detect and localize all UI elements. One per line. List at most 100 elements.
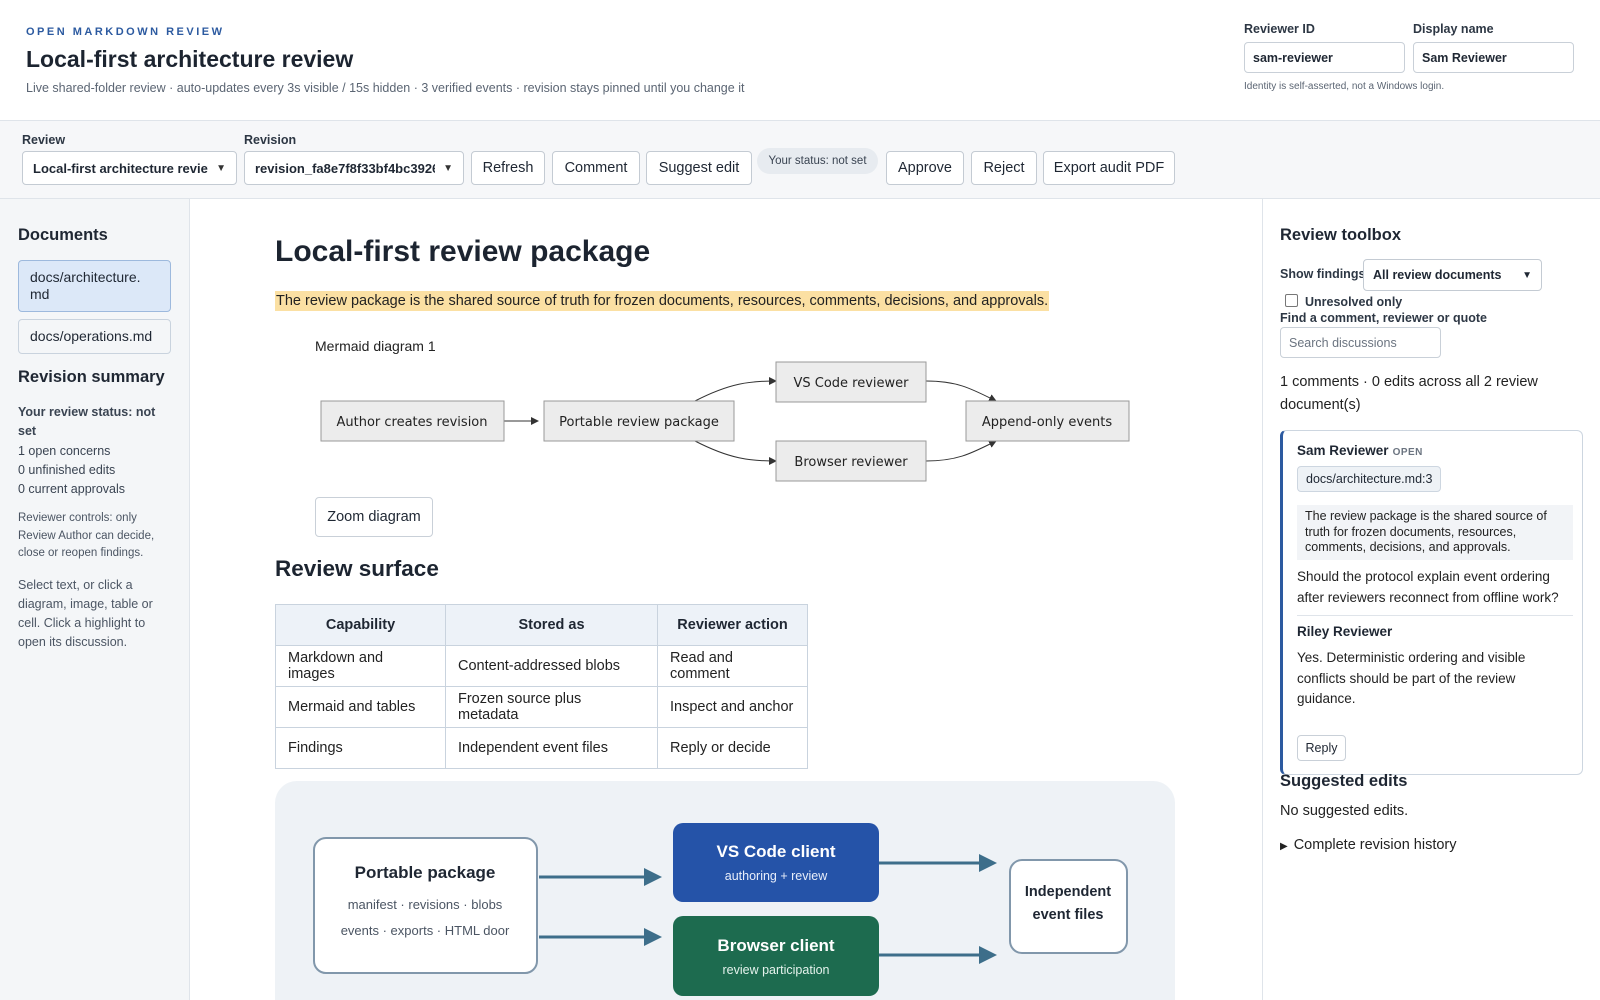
open-concerns-count: 1 open concerns: [18, 444, 111, 458]
portable-package-title: Portable package: [355, 863, 496, 882]
review-select[interactable]: Local-first architecture review ▼: [22, 151, 237, 185]
table-cell[interactable]: Independent event files: [445, 727, 658, 769]
architecture-diagram-panel[interactable]: Portable package manifest · revisions · …: [275, 781, 1175, 1000]
chevron-down-icon: ▼: [216, 162, 226, 174]
mermaid-diagram[interactable]: Author creates revision Portable review …: [190, 349, 1262, 489]
anchor-location-chip[interactable]: docs/architecture.md:3: [1297, 466, 1442, 492]
revision-history-toggle[interactable]: ▶ Complete revision history: [1280, 837, 1457, 853]
findings-stats: 1 comments · 0 edits across all 2 review…: [1280, 374, 1538, 413]
unresolved-only-label: Unresolved only: [1305, 295, 1403, 309]
zoom-diagram-button[interactable]: Zoom diagram: [315, 497, 433, 537]
review-toolbox: Review toolbox Show findings All review …: [1262, 199, 1600, 1000]
no-suggested-edits: No suggested edits.: [1280, 803, 1409, 819]
table-row: Markdown and images Content-addressed bl…: [275, 645, 808, 687]
edge-package-vscode: [694, 377, 777, 402]
document-title: Local-first review package: [275, 235, 651, 268]
browser-client-title: Browser client: [717, 936, 834, 955]
table-cell[interactable]: Content-addressed blobs: [445, 645, 658, 687]
event-files-label: Independent: [1025, 884, 1111, 900]
table-cell[interactable]: Mermaid and tables: [275, 686, 446, 728]
browser-client-box[interactable]: [673, 916, 879, 996]
suggested-edits-heading: Suggested edits: [1280, 772, 1408, 790]
portable-package-contents: manifest · revisions · blobs: [348, 897, 503, 912]
table-cell[interactable]: Reply or decide: [657, 727, 808, 769]
document-item-operations[interactable]: docs/operations.md: [18, 319, 171, 354]
browser-client-subtitle: review participation: [723, 963, 830, 977]
selection-hint: Select text, or click a diagram, image, …: [18, 578, 153, 649]
find-comment-label: Find a comment, reviewer or quote: [1280, 311, 1487, 325]
vscode-client-box[interactable]: [673, 823, 879, 902]
document-item-architecture[interactable]: docs/architecture. md: [18, 260, 171, 312]
review-toolbar: Review Local-first architecture review ▼…: [0, 121, 1600, 199]
column-header[interactable]: Capability: [275, 604, 446, 646]
quoted-passage: The review package is the shared source …: [1297, 505, 1573, 560]
column-header[interactable]: Stored as: [445, 604, 658, 646]
table-cell[interactable]: Markdown and images: [275, 645, 446, 687]
highlighted-passage[interactable]: The review package is the shared source …: [275, 291, 1050, 311]
node-label: VS Code reviewer: [793, 376, 909, 391]
revision-summary-heading: Revision summary: [18, 368, 165, 386]
capability-table[interactable]: Capability Stored as Reviewer action Mar…: [275, 604, 808, 769]
edge-browser-events: [925, 440, 997, 462]
reviewer-id-input[interactable]: [1244, 42, 1405, 73]
comment-author-name: Sam Reviewer: [1297, 443, 1389, 458]
identity-note: Identity is self-asserted, not a Windows…: [1244, 81, 1445, 92]
app-kicker: OPEN MARKDOWN REVIEW: [26, 26, 225, 38]
display-name-input[interactable]: [1413, 42, 1574, 73]
edge-package-browser: [694, 440, 777, 465]
disclosure-triangle-icon: ▶: [1280, 841, 1288, 852]
review-select-label: Review: [22, 133, 66, 147]
unfinished-edits-count: 0 unfinished edits: [18, 463, 116, 477]
node-label: Append-only events: [982, 415, 1112, 430]
page-title: Local-first architecture review: [26, 46, 354, 72]
column-header[interactable]: Reviewer action: [657, 604, 808, 646]
reviewer-controls-note: Reviewer controls: only Review Author ca…: [18, 512, 155, 559]
review-surface-heading: Review surface: [275, 556, 439, 581]
portable-package-contents: events · exports · HTML door: [341, 923, 510, 938]
review-toolbox-heading: Review toolbox: [1280, 226, 1402, 244]
edge-vscode-events: [925, 380, 997, 402]
chevron-down-icon: ▼: [443, 162, 453, 174]
status-badge: Your status: not set: [757, 148, 878, 174]
comment-text: Should the protocol explain event orderi…: [1297, 569, 1559, 605]
review-select-value: Local-first architecture review: [33, 160, 209, 176]
vscode-client-subtitle: authoring + review: [725, 869, 828, 883]
table-cell[interactable]: Inspect and anchor: [657, 686, 808, 728]
vscode-client-title: VS Code client: [716, 842, 835, 861]
node-label: Author creates revision: [336, 415, 487, 430]
reply-author-name: Riley Reviewer: [1297, 624, 1393, 639]
search-discussions-input[interactable]: Search discussions: [1280, 327, 1441, 358]
export-audit-pdf-button[interactable]: Export audit PDF: [1043, 151, 1175, 185]
discussion-card[interactable]: Sam Reviewer OPEN docs/architecture.md:3 …: [1280, 430, 1583, 775]
status-badge: OPEN: [1392, 447, 1423, 458]
approve-button[interactable]: Approve: [886, 151, 964, 185]
reject-button[interactable]: Reject: [971, 151, 1037, 185]
current-approvals-count: 0 current approvals: [18, 482, 126, 496]
table-header-row: Capability Stored as Reviewer action: [275, 604, 808, 646]
suggest-edit-button[interactable]: Suggest edit: [646, 151, 752, 185]
reply-text: Yes. Deterministic ordering and visible …: [1297, 650, 1526, 706]
documents-heading: Documents: [18, 226, 108, 244]
reply-divider: [1297, 615, 1573, 616]
left-sidebar: Documents docs/architecture. md docs/ope…: [0, 199, 190, 1000]
architecture-diagram[interactable]: Portable package manifest · revisions · …: [275, 781, 1175, 1000]
revision-select[interactable]: revision_fa8e7f8f33bf4bc3926 ▼: [244, 151, 464, 185]
comment-button[interactable]: Comment: [552, 151, 640, 185]
refresh-button[interactable]: Refresh: [471, 151, 545, 185]
reply-button[interactable]: Reply: [1297, 735, 1346, 761]
unresolved-only-checkbox[interactable]: [1285, 294, 1298, 307]
chevron-down-icon: ▼: [1522, 269, 1532, 281]
table-cell[interactable]: Frozen source plus metadata: [445, 686, 658, 728]
revision-select-label: Revision: [244, 133, 297, 147]
show-findings-value: All review documents: [1373, 268, 1502, 282]
table-cell[interactable]: Read and comment: [657, 645, 808, 687]
table-row: Mermaid and tables Frozen source plus me…: [275, 686, 808, 728]
node-label: Portable review package: [559, 415, 719, 430]
table-cell[interactable]: Findings: [275, 727, 446, 769]
display-name-label: Display name: [1413, 22, 1494, 36]
show-findings-select[interactable]: All review documents ▼: [1363, 259, 1542, 291]
revision-select-value: revision_fa8e7f8f33bf4bc3926: [255, 160, 436, 176]
comment-author: Sam Reviewer OPEN: [1297, 443, 1423, 458]
document-viewer: Local-first review package The review pa…: [190, 199, 1262, 1000]
app-header: OPEN MARKDOWN REVIEW Local-first archite…: [0, 0, 1600, 121]
